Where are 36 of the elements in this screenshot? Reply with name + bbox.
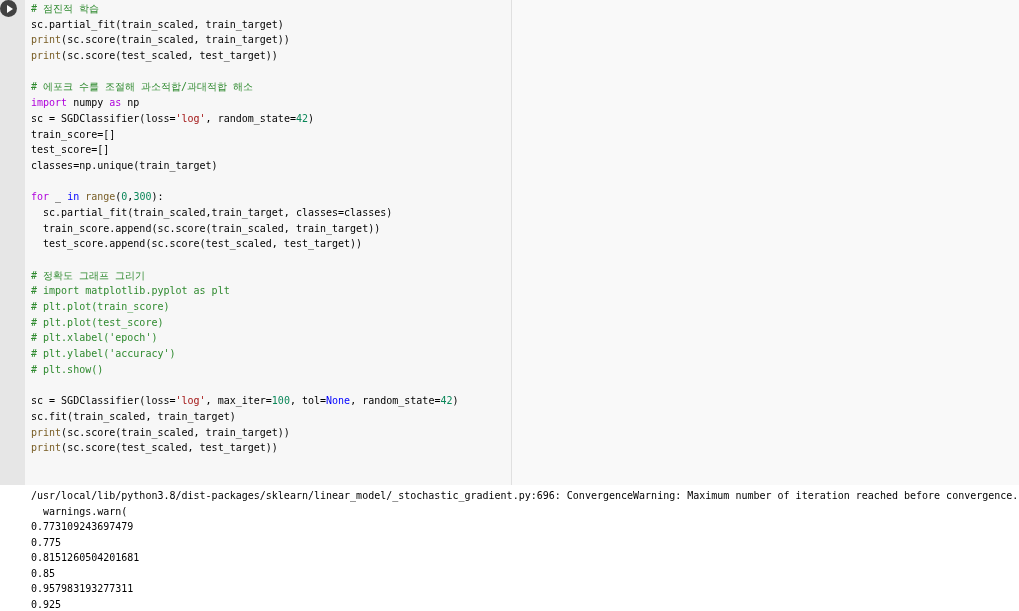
output-line: warnings.warn( — [42, 504, 129, 519]
output-line: /usr/local/lib/python3.8/dist-packages/sklearn/linear_model/_stochastic_gradient.py:696: ConvergenceWarning: Maximum number of iteration reached before convergence. — [31, 489, 1019, 504]
code-line: sc = SGDClassifier(loss='log', random_state=42) — [31, 111, 315, 127]
code-editor[interactable] — [25, 0, 512, 485]
output-line: 0.773109243697479 — [31, 520, 135, 534]
output-line: 0.925 — [31, 597, 63, 611]
output-line: 0.85 — [31, 566, 57, 581]
code-line: print(sc.score(test_scaled, test_target)) — [31, 441, 279, 456]
code-line: train_score.append(sc.score(train_scaled, train_target)) — [42, 221, 382, 237]
code-line: test_score.append(sc.score(test_scaled, test_target)) — [42, 237, 364, 252]
code-line: # plt.plot(train_score) — [31, 300, 171, 315]
code-line: train_score=[] — [31, 127, 117, 143]
output-line: 0.957983193277311 — [31, 582, 135, 596]
code-line: print(sc.score(train_scaled, train_target)) — [31, 425, 291, 441]
code-line: # plt.xlabel('epoch') — [31, 331, 159, 346]
code-line: # plt.show() — [31, 362, 105, 377]
code-line: sc.partial_fit(train_scaled, train_target) — [31, 17, 285, 33]
play-icon — [6, 4, 13, 13]
code-line: import numpy as np — [31, 96, 141, 111]
output-line: 0.775 — [31, 535, 63, 550]
code-line: sc.partial_fit(train_scaled,train_target, classes=classes) — [42, 205, 394, 221]
code-line: sc.fit(train_scaled, train_target) — [31, 409, 237, 425]
code-line: # import matplotlib.pyplot as plt — [31, 284, 231, 299]
code-line: test_score=[] — [31, 143, 111, 158]
code-line: print(sc.score(test_scaled, test_target)) — [31, 49, 279, 64]
code-line: # 에포크 수를 조절해 과소적합/과대적합 해소 — [31, 80, 255, 95]
code-line: # plt.plot(test_score) — [31, 315, 165, 331]
run-button[interactable] — [0, 0, 17, 17]
code-line: # 점진적 학습 — [31, 2, 101, 16]
code-line: classes=np.unique(train_target) — [31, 158, 219, 174]
code-line: # 정확도 그래프 그리기 — [31, 268, 147, 283]
code-line: for _ in range(0,300): — [31, 190, 165, 205]
code-line: # plt.ylabel('accuracy') — [31, 347, 177, 362]
output-line: 0.8151260504201681 — [31, 551, 141, 565]
code-line: print(sc.score(train_scaled, train_target)) — [31, 33, 291, 48]
code-line: sc = SGDClassifier(loss='log', max_iter=100, tol=None, random_state=42) — [31, 394, 460, 409]
